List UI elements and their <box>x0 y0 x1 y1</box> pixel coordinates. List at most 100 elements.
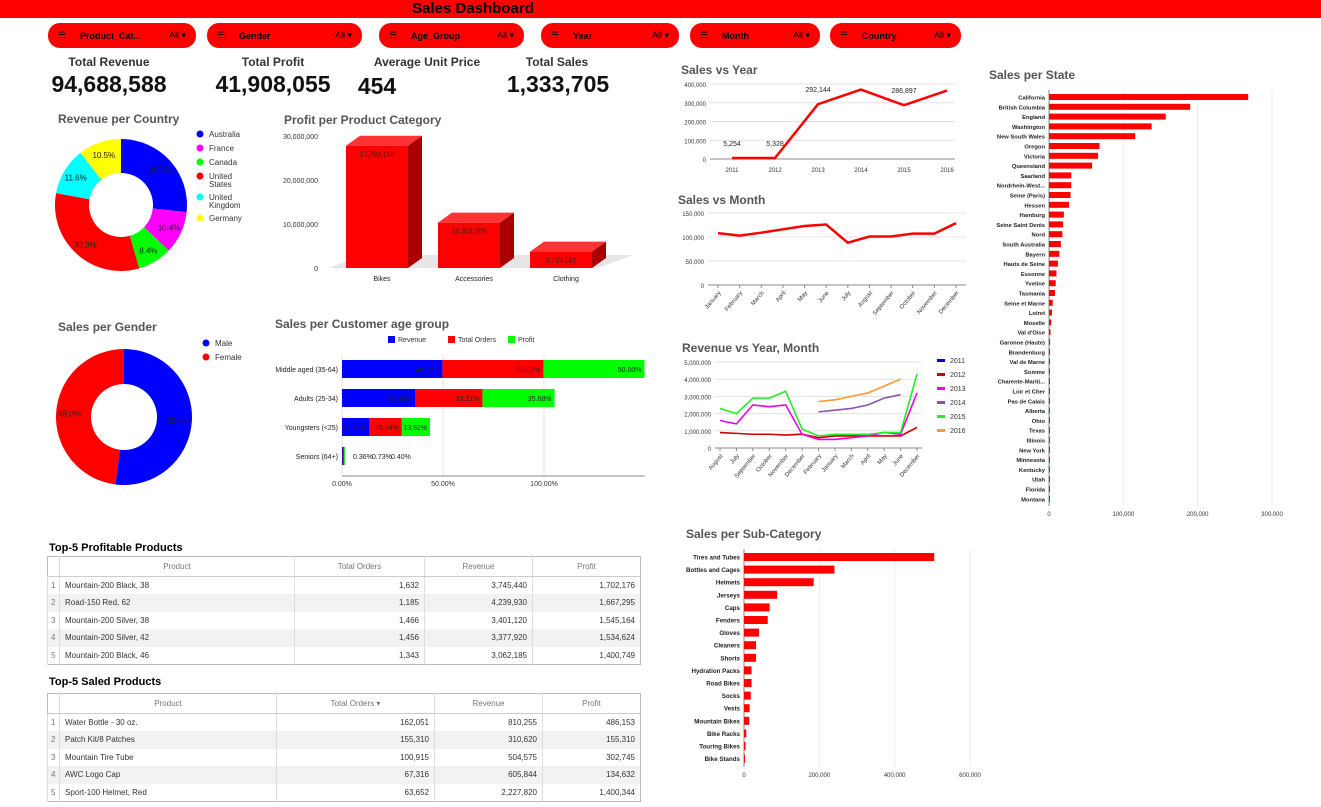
revenue-country-title: Revenue per Country <box>58 112 180 126</box>
cell-total-orders: 67,316 <box>276 766 435 784</box>
y-tick-label: Jerseys <box>717 592 741 599</box>
bar <box>1049 103 1191 110</box>
y-tick-label: British Columbia <box>999 105 1046 111</box>
column-header-profit[interactable]: Profit <box>542 693 641 714</box>
filter-year[interactable]: ☰ Year All ▾ <box>541 23 679 48</box>
table-row[interactable]: 5 Mountain-200 Black, 46 1,343 3,062,185 1,4… <box>47 646 641 664</box>
bar <box>744 691 751 700</box>
y-tick-label: Mountain Bikes <box>694 718 740 725</box>
table-row[interactable]: 2 Road-150 Red, 62 1,185 4,239,930 1,667,295 <box>47 594 641 612</box>
column-header-revenue[interactable]: Revenue <box>424 556 533 577</box>
column-header-total-orders[interactable]: Total Orders <box>294 556 425 577</box>
cell-total-orders: 1,343 <box>294 646 425 664</box>
x-tick-label: 2012 <box>768 168 782 174</box>
legend-label: 2013 <box>950 386 966 393</box>
table-row[interactable]: 5 Sport-100 Helmet, Red 63,652 2,227,820 1,4… <box>47 783 641 801</box>
data-label: 286,897 <box>891 88 916 95</box>
filter-gender[interactable]: ☰ Gender All ▾ <box>207 23 362 48</box>
cell-revenue: 3,377,920 <box>424 629 533 647</box>
table-row[interactable]: 1 Mountain-200 Black, 38 1,632 3,745,440 1,7… <box>47 576 641 594</box>
slice-label: 10.4% <box>158 223 181 232</box>
filter-product-category[interactable]: ☰ Product_Cat... All ▾ <box>48 23 196 48</box>
x-tick-label: 0 <box>742 773 746 779</box>
y-tick-label: 3,000,000 <box>684 395 711 401</box>
filter-age-group[interactable]: ☰ Age_Group All ▾ <box>379 23 524 48</box>
table-row[interactable]: 2 Patch Kit/8 Patches 155,310 310,620 155,31… <box>47 731 641 749</box>
bar <box>1049 388 1050 394</box>
table-row[interactable]: 3 Mountain-200 Silver, 38 1,466 3,401,120 1,… <box>47 611 641 629</box>
kpi-total-profit-label: Total Profit <box>241 55 305 69</box>
bar <box>1049 348 1050 355</box>
y-tick-label: 200,000 <box>684 121 706 127</box>
filter-label: Age_Group <box>411 30 461 41</box>
cell-product: Mountain Tire Tube <box>59 748 277 766</box>
x-tick-label: December <box>938 290 960 315</box>
legend-marker <box>196 158 204 166</box>
filter-country[interactable]: ☰ Country All ▾ <box>830 23 961 48</box>
column-header-product[interactable]: Product <box>59 556 295 577</box>
cell-profit: 1,667,295 <box>532 594 641 612</box>
bar <box>1049 407 1050 414</box>
x-tick-label: October <box>899 290 917 310</box>
y-tick-label: Moselle <box>1024 321 1046 327</box>
cell-product: AWC Logo Cap <box>59 766 277 784</box>
table-row[interactable]: 3 Mountain Tire Tube 100,915 504,575 302,745 <box>47 748 641 766</box>
x-tick-label: August <box>708 453 725 471</box>
cell-total-orders: 1,185 <box>294 594 425 612</box>
bar <box>1049 495 1050 502</box>
bar <box>1049 358 1050 365</box>
row-index: 4 <box>47 766 60 784</box>
sales-subcat-chart: 0 200,000 400,000 600,000 Tires and Tubes Bot… <box>686 549 982 779</box>
kpi-avg-unit-price-value: 454 <box>357 73 397 99</box>
filter-value: All ▾ <box>933 30 951 40</box>
column-header-total-orders[interactable]: Total Orders ▾ <box>276 693 435 714</box>
bar <box>744 704 750 713</box>
y-tick-label: 50,000 <box>686 260 705 266</box>
y-tick-label: Saarland <box>1021 174 1046 180</box>
y-tick-label: Gloves <box>719 630 740 637</box>
bar <box>1049 201 1070 208</box>
bar <box>1049 133 1136 140</box>
table-row[interactable]: 1 Water Bottle - 30 oz. 162,051 810,255 486,… <box>47 713 641 731</box>
bar-segment <box>344 447 346 465</box>
y-tick-label: Tires and Tubes <box>693 555 740 562</box>
x-tick-label: 2011 <box>726 168 740 174</box>
pie-slice <box>121 139 187 213</box>
x-tick-label: March <box>841 453 856 470</box>
rev-year-month-chart: 5,000,000 4,000,000 3,000,000 2,000,000 1,00… <box>684 358 966 480</box>
column-header-revenue[interactable]: Revenue <box>434 693 543 714</box>
y-tick-label: Helmets <box>716 580 741 587</box>
cell-profit: 1,400,344 <box>542 783 641 801</box>
sort-desc-icon[interactable]: ▾ <box>376 699 380 708</box>
x-tick-label: November <box>917 290 939 315</box>
column-header-profit[interactable]: Profit <box>532 556 641 577</box>
index-header <box>47 693 60 714</box>
legend-label: Germany <box>209 214 242 223</box>
y-tick-label: Kentucky <box>1019 468 1046 474</box>
top-profitable-table: Product Total Orders Revenue Profit 1 Mou… <box>47 556 641 665</box>
column-header-product[interactable]: Product <box>59 693 277 714</box>
bar <box>744 679 752 687</box>
kpi-avg-unit-price-label: Average Unit Price <box>373 55 481 69</box>
y-tick-label: Seine (Paris) <box>1010 194 1045 200</box>
y-tick-label: Alberta <box>1025 409 1046 415</box>
y-tick-label: Seine et Marne <box>1004 301 1046 307</box>
cell-total-orders: 100,915 <box>276 748 435 766</box>
data-label: 3,723,681 <box>545 258 576 265</box>
bar <box>744 641 757 650</box>
table-row[interactable]: 4 Mountain-200 Silver, 42 1,456 3,377,920 1,… <box>47 629 641 647</box>
y-tick-label: Victoria <box>1024 154 1046 160</box>
y-tick-label: 400,000 <box>684 83 706 89</box>
y-tick-label: South Australia <box>1002 243 1045 249</box>
filter-month[interactable]: ☰ Month All ▾ <box>690 23 820 48</box>
table-row[interactable]: 4 AWC Logo Cap 67,316 605,844 134,632 <box>47 766 641 784</box>
cell-product: Patch Kit/8 Patches <box>59 731 277 749</box>
filter-label: Gender <box>239 30 271 41</box>
bar-segment <box>342 447 345 465</box>
x-tick-label: September <box>872 290 895 316</box>
y-tick-label: Val de Marne <box>1010 360 1046 366</box>
bar <box>1049 172 1072 179</box>
x-tick-label: 200,000 <box>808 773 830 779</box>
cell-revenue: 605,844 <box>434 766 543 784</box>
data-label: 10,301,205 <box>451 229 486 236</box>
